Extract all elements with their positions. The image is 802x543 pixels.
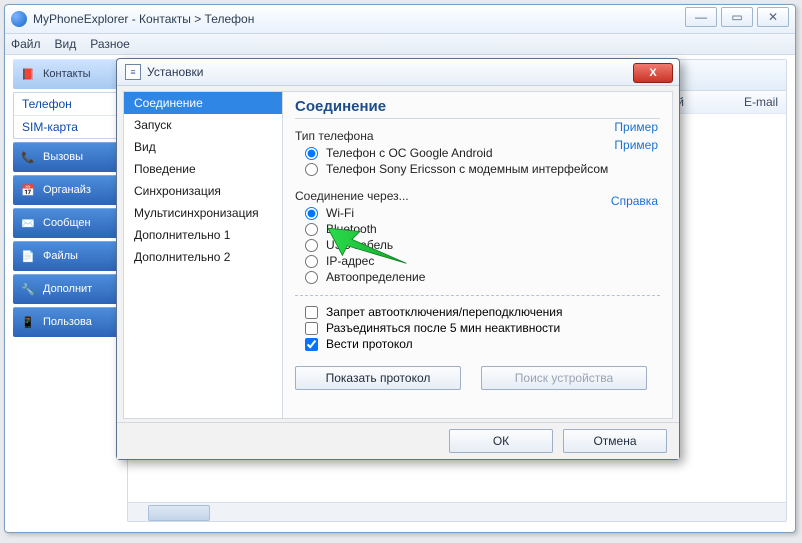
check-disconnect-5min[interactable]: Разъединяться после 5 мин неактивности xyxy=(295,320,660,336)
dialog-titlebar: ≡ Установки X xyxy=(117,59,679,86)
category-panel: Соединение Тип телефона Пример Пример Те… xyxy=(283,92,672,418)
category-view[interactable]: Вид xyxy=(124,136,282,158)
user-icon: 📱 xyxy=(19,314,37,330)
category-list: Соединение Запуск Вид Поведение Синхрони… xyxy=(124,92,283,418)
menubar: Файл Вид Разное xyxy=(5,34,795,55)
category-multisync[interactable]: Мультисинхронизация xyxy=(124,202,282,224)
close-button[interactable]: ✕ xyxy=(757,7,789,27)
calls-icon: 📞 xyxy=(19,149,37,165)
radio-usb[interactable]: USB-кабель xyxy=(295,237,660,253)
sidebar-item-extra[interactable]: 🔧Дополнит xyxy=(13,274,121,304)
maximize-button[interactable]: ▭ xyxy=(721,7,753,27)
dialog-footer: ОК Отмена xyxy=(117,422,679,459)
link-example-1[interactable]: Пример xyxy=(614,120,658,134)
link-example-2[interactable]: Пример xyxy=(614,138,658,152)
radio-wifi[interactable]: Wi-Fi xyxy=(295,205,660,221)
category-behavior[interactable]: Поведение xyxy=(124,158,282,180)
category-connection[interactable]: Соединение xyxy=(124,92,282,114)
show-protocol-button[interactable]: Показать протокол xyxy=(295,366,461,390)
sidebar-item-files[interactable]: 📄Файлы xyxy=(13,241,121,271)
dialog-title: Установки xyxy=(147,65,203,79)
radio-ip[interactable]: IP-адрес xyxy=(295,253,660,269)
sidebar-item-messages[interactable]: ✉️Сообщен xyxy=(13,208,121,238)
radio-bluetooth[interactable]: Bluetooth xyxy=(295,221,660,237)
contacts-icon: 📕 xyxy=(19,66,37,82)
panel-title: Соединение xyxy=(295,98,660,119)
menu-file[interactable]: Файл xyxy=(11,37,41,51)
messages-icon: ✉️ xyxy=(19,215,37,231)
settings-dialog: ≡ Установки X Соединение Запуск Вид Пове… xyxy=(116,58,680,460)
radio-auto[interactable]: Автоопределение xyxy=(295,269,660,285)
app-icon xyxy=(11,11,27,27)
sidebar-item-user[interactable]: 📱Пользова xyxy=(13,307,121,337)
check-no-autoconnect[interactable]: Запрет автоотключения/переподключения xyxy=(295,304,660,320)
organizer-icon: 📅 xyxy=(19,182,37,198)
radio-phone-sony[interactable]: Телефон Sony Ericsson с модемным интерфе… xyxy=(295,161,660,177)
sidebar-sublist: Телефон SIM-карта xyxy=(13,92,121,139)
sidebar-item-contacts[interactable]: 📕Контакты xyxy=(13,59,121,89)
link-help[interactable]: Справка xyxy=(611,194,658,208)
menu-misc[interactable]: Разное xyxy=(90,37,130,51)
sidebar-item-organizer[interactable]: 📅Органайз xyxy=(13,175,121,205)
find-device-button[interactable]: Поиск устройства xyxy=(481,366,647,390)
sidebar-item-calls[interactable]: 📞Вызовы xyxy=(13,142,121,172)
category-sync[interactable]: Синхронизация xyxy=(124,180,282,202)
titlebar: MyPhoneExplorer - Контакты > Телефон — ▭… xyxy=(5,5,795,34)
extra-icon: 🔧 xyxy=(19,281,37,297)
minimize-button[interactable]: — xyxy=(685,7,717,27)
window-title: MyPhoneExplorer - Контакты > Телефон xyxy=(33,12,254,26)
menu-view[interactable]: Вид xyxy=(55,37,77,51)
sidebar: 📕Контакты Телефон SIM-карта 📞Вызовы 📅Орг… xyxy=(13,59,121,522)
scrollbar-thumb[interactable] xyxy=(148,505,210,521)
category-extra2[interactable]: Дополнительно 2 xyxy=(124,246,282,268)
ok-button[interactable]: ОК xyxy=(449,429,553,453)
group-phone-type: Тип телефона xyxy=(295,129,660,143)
col-email: E-mail xyxy=(744,95,778,109)
divider xyxy=(295,295,660,296)
category-extra1[interactable]: Дополнительно 1 xyxy=(124,224,282,246)
category-startup[interactable]: Запуск xyxy=(124,114,282,136)
check-protocol[interactable]: Вести протокол xyxy=(295,336,660,352)
sidebar-sub-phone[interactable]: Телефон xyxy=(14,93,120,115)
files-icon: 📄 xyxy=(19,248,37,264)
sidebar-sub-sim[interactable]: SIM-карта xyxy=(14,115,120,138)
settings-icon: ≡ xyxy=(125,64,141,80)
radio-phone-android[interactable]: Телефон с ОС Google Android xyxy=(295,145,660,161)
dialog-close-button[interactable]: X xyxy=(633,63,673,83)
group-connection: Соединение через... xyxy=(295,189,660,203)
horizontal-scrollbar[interactable] xyxy=(128,502,786,521)
cancel-button[interactable]: Отмена xyxy=(563,429,667,453)
